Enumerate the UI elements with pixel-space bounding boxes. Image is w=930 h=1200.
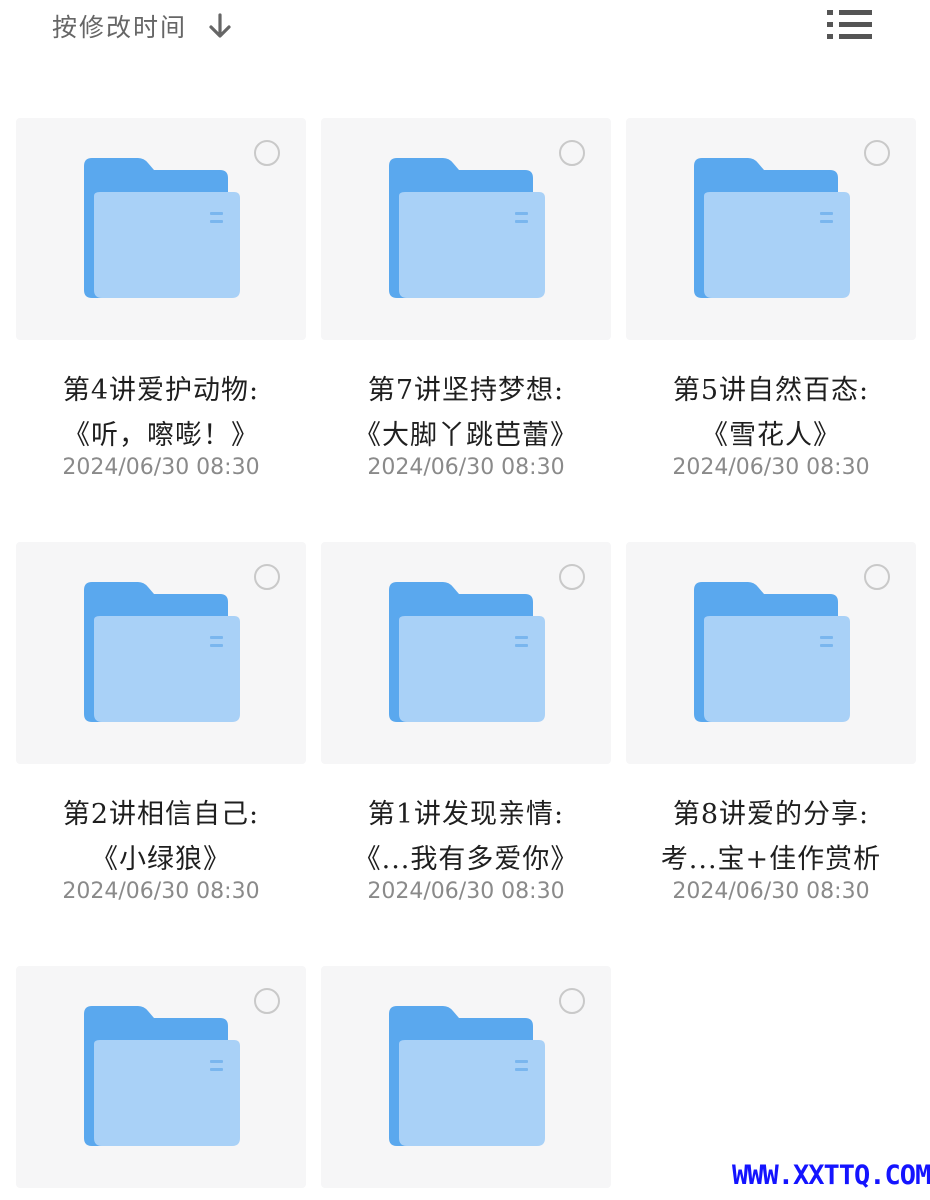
modified-date: 2024/06/30 08:30 xyxy=(62,455,260,480)
folder-item[interactable] xyxy=(16,966,306,1200)
folder-icon xyxy=(389,1006,545,1146)
watermark-text: WWW.XXTTQ.COM xyxy=(732,1160,930,1191)
folder-icon xyxy=(389,582,545,722)
folder-name-line2: 《...我有多爱你》 xyxy=(353,844,579,875)
folder-item[interactable]: 第2讲相信自己: 《小绿狼》 2024/06/30 08:30 xyxy=(16,542,306,922)
folder-thumbnail[interactable] xyxy=(16,118,306,340)
folder-name-line2: 《大脚丫跳芭蕾》 xyxy=(354,420,578,451)
folder-thumbnail[interactable] xyxy=(321,542,611,764)
folder-icon xyxy=(84,582,240,722)
folder-icon xyxy=(84,1006,240,1146)
modified-date: 2024/06/30 08:30 xyxy=(62,879,260,904)
folder-name-line1: 第8讲爱的分享: xyxy=(672,799,870,830)
folder-icon xyxy=(694,582,850,722)
folder-name-line2: 《小绿狼》 xyxy=(91,844,231,875)
select-checkbox[interactable] xyxy=(864,564,890,590)
folder-item[interactable]: 第4讲爱护动物: 《听，嚓嘭！》 2024/06/30 08:30 xyxy=(16,118,306,498)
folder-name-line2: 《雪花人》 xyxy=(701,420,841,451)
modified-date: 2024/06/30 08:30 xyxy=(672,455,870,480)
folder-item[interactable]: 第5讲自然百态: 《雪花人》 2024/06/30 08:30 xyxy=(626,118,916,498)
folder-name-line2: 考...宝+佳作赏析 xyxy=(660,844,882,875)
modified-date: 2024/06/30 08:30 xyxy=(367,455,565,480)
select-checkbox[interactable] xyxy=(559,564,585,590)
folder-name-line1: 第1讲发现亲情: xyxy=(367,799,565,830)
folder-name-line1: 第7讲坚持梦想: xyxy=(367,375,565,406)
folder-icon xyxy=(389,158,545,298)
folder-item[interactable] xyxy=(321,966,611,1200)
folder-grid: 第4讲爱护动物: 《听，嚓嘭！》 2024/06/30 08:30 第7讲坚持梦… xyxy=(0,0,930,1200)
folder-item[interactable]: 第8讲爱的分享: 考...宝+佳作赏析 2024/06/30 08:30 xyxy=(626,542,916,922)
folder-name-line1: 第4讲爱护动物: xyxy=(62,375,260,406)
select-checkbox[interactable] xyxy=(254,988,280,1014)
modified-date: 2024/06/30 08:30 xyxy=(672,879,870,904)
select-checkbox[interactable] xyxy=(254,140,280,166)
modified-date: 2024/06/30 08:30 xyxy=(367,879,565,904)
select-checkbox[interactable] xyxy=(864,140,890,166)
folder-icon xyxy=(84,158,240,298)
folder-item[interactable]: 第1讲发现亲情: 《...我有多爱你》 2024/06/30 08:30 xyxy=(321,542,611,922)
folder-thumbnail[interactable] xyxy=(321,966,611,1188)
folder-name-line2: 《听，嚓嘭！》 xyxy=(63,420,259,451)
folder-thumbnail[interactable] xyxy=(626,542,916,764)
select-checkbox[interactable] xyxy=(254,564,280,590)
folder-thumbnail[interactable] xyxy=(16,542,306,764)
folder-thumbnail[interactable] xyxy=(321,118,611,340)
folder-item[interactable]: 第7讲坚持梦想: 《大脚丫跳芭蕾》 2024/06/30 08:30 xyxy=(321,118,611,498)
folder-thumbnail[interactable] xyxy=(626,118,916,340)
folder-thumbnail[interactable] xyxy=(16,966,306,1188)
folder-name-line1: 第5讲自然百态: xyxy=(672,375,870,406)
select-checkbox[interactable] xyxy=(559,988,585,1014)
folder-icon xyxy=(694,158,850,298)
folder-name-line1: 第2讲相信自己: xyxy=(62,799,260,830)
select-checkbox[interactable] xyxy=(559,140,585,166)
